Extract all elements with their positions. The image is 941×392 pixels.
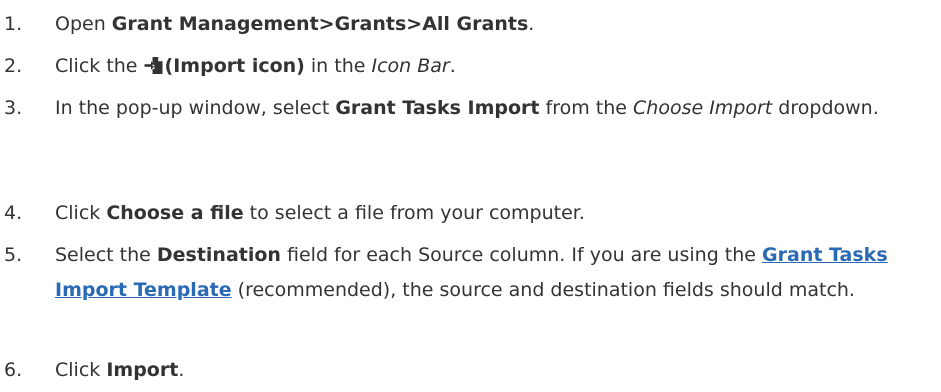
step-number: 3. xyxy=(4,97,23,119)
menu-path: Grant Management>Grants>All Grants xyxy=(111,13,529,35)
step-text: In the pop-up window, select Grant Tasks… xyxy=(55,97,879,119)
import-type-label: Grant Tasks Import xyxy=(335,97,540,119)
step-text: Select the Destination field for each So… xyxy=(55,244,888,301)
step-5: 5. Select the Destination field for each… xyxy=(0,238,935,308)
import-button-label: Import xyxy=(106,359,179,381)
step-number: 1. xyxy=(4,13,23,35)
step-number: 5. xyxy=(4,244,23,266)
import-icon xyxy=(144,52,163,87)
step-number: 6. xyxy=(4,359,23,381)
step-6: 6. Click Import. xyxy=(0,353,184,388)
step-text: Click the (Import icon) in the Icon Bar. xyxy=(55,55,456,77)
choose-file-label: Choose a file xyxy=(106,202,244,224)
import-icon-label: (Import icon) xyxy=(164,55,305,77)
step-2: 2. Click the (Import icon) in the Icon B… xyxy=(0,49,456,87)
step-text: Click Import. xyxy=(55,359,185,381)
choose-import-label: Choose Import xyxy=(633,97,773,119)
step-text: Click Choose a file to select a file fro… xyxy=(55,202,585,224)
step-number: 2. xyxy=(4,55,23,77)
step-3: 3. In the pop-up window, select Grant Ta… xyxy=(0,91,935,126)
step-4: 4. Click Choose a file to select a file … xyxy=(0,196,585,231)
step-text: Open Grant Management>Grants>All Grants. xyxy=(55,13,535,35)
step-1: 1. Open Grant Management>Grants>All Gran… xyxy=(0,7,534,42)
destination-label: Destination xyxy=(156,244,281,266)
icon-bar-label: Icon Bar xyxy=(371,55,450,77)
step-number: 4. xyxy=(4,202,23,224)
